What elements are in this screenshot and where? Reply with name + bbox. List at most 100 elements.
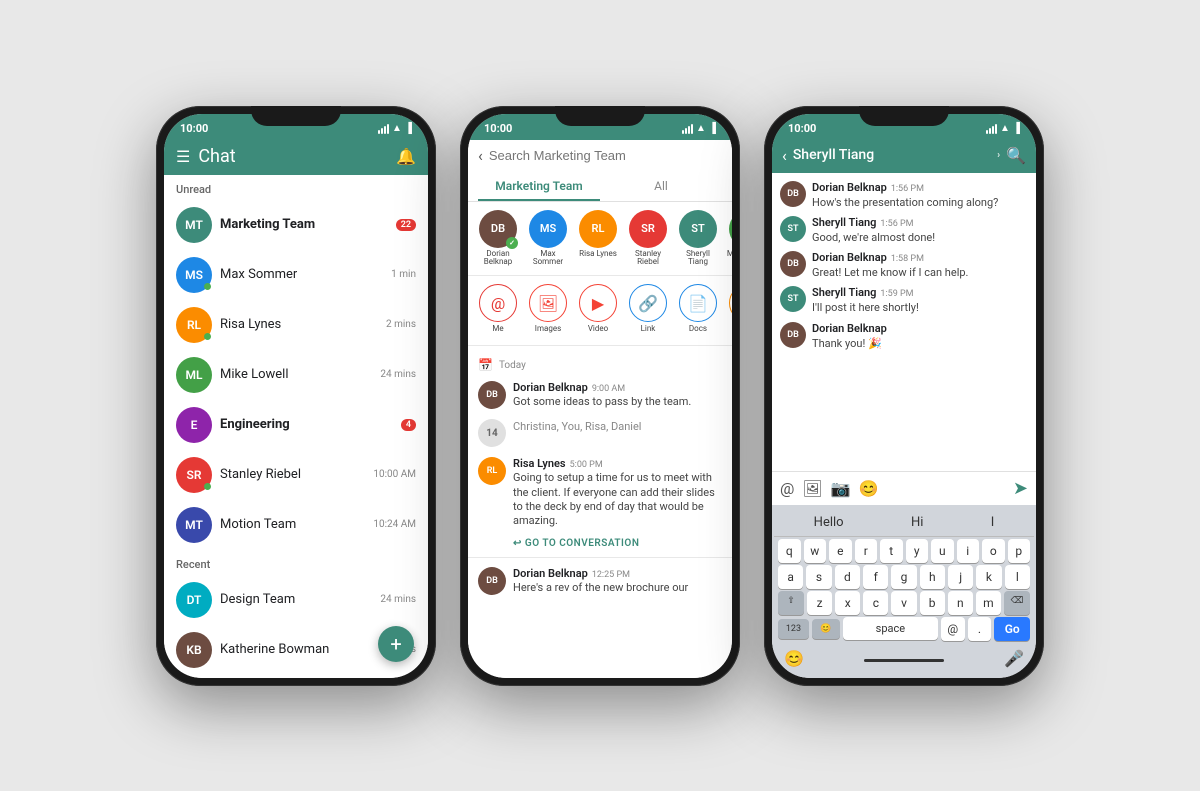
message-item[interactable]: DB Dorian Belknap 12:25 PM Here's a rev … xyxy=(468,562,732,600)
camera-icon[interactable]: 📷 xyxy=(831,479,851,498)
key-y[interactable]: y xyxy=(906,539,929,563)
chat-search-icon[interactable]: 🔍 xyxy=(1006,146,1026,165)
microphone-icon[interactable]: 🎤 xyxy=(1000,645,1028,672)
filter-button-me[interactable]: @ Me xyxy=(476,284,520,333)
notch-3 xyxy=(859,106,949,126)
key-q[interactable]: q xyxy=(778,539,801,563)
filter-button-link[interactable]: 🔗 Link xyxy=(626,284,670,333)
key-g[interactable]: g xyxy=(891,565,916,589)
key-u[interactable]: u xyxy=(931,539,954,563)
go-to-conversation-button[interactable]: ↩ GO TO CONVERSATION xyxy=(468,534,732,553)
conv-time: 1:56 PM xyxy=(880,219,913,229)
key-f[interactable]: f xyxy=(863,565,888,589)
list-item[interactable]: E Engineering 4 xyxy=(164,400,428,450)
msg-sender: Dorian Belknap xyxy=(513,381,588,394)
tab-marketing-team[interactable]: Marketing Team xyxy=(478,173,600,201)
keyboard-suggestion[interactable]: Hello xyxy=(806,513,852,532)
status-icons-1: ▲ ▐ xyxy=(378,123,412,134)
keyboard-suggestion[interactable]: I xyxy=(983,513,1003,532)
key-w[interactable]: w xyxy=(804,539,827,563)
go-key[interactable]: Go xyxy=(994,617,1030,641)
key-o[interactable]: o xyxy=(982,539,1005,563)
hamburger-icon[interactable]: ☰ xyxy=(176,147,190,166)
filter-button-docs[interactable]: 📄 Docs xyxy=(676,284,720,333)
keyboard-suggestion[interactable]: Hi xyxy=(903,513,931,532)
conv-text: I'll post it here shortly! xyxy=(812,301,1028,315)
list-item[interactable]: MT Motion Team 10:24 AM xyxy=(164,500,428,550)
conv-sender: Dorian Belknap xyxy=(812,251,887,264)
member-item[interactable]: SR Stanley Riebel xyxy=(626,210,670,268)
key-j[interactable]: j xyxy=(948,565,973,589)
msg-text: Christina, You, Risa, Daniel xyxy=(513,420,722,434)
filter-button-images[interactable]: 🖼 Images xyxy=(526,284,570,333)
emoji-key[interactable]: 😊 xyxy=(812,619,840,639)
member-avatar: SR xyxy=(629,210,667,248)
image-icon[interactable]: 🖼 xyxy=(802,479,822,498)
msg-text: Going to setup a time for us to meet wit… xyxy=(513,471,722,528)
chat-name: Max Sommer xyxy=(220,267,297,282)
member-item[interactable]: ML Mike Lowell xyxy=(726,210,732,268)
back-button[interactable]: ‹ xyxy=(478,146,483,165)
chat-meta: Design Team 24 mins xyxy=(220,592,416,607)
space-key[interactable]: space xyxy=(843,617,938,640)
emoji-picker-icon[interactable]: 😊 xyxy=(780,645,808,672)
key-b[interactable]: b xyxy=(920,591,945,615)
member-item[interactable]: DB ✓ Dorian Belknap xyxy=(476,210,520,268)
key-s[interactable]: s xyxy=(806,565,831,589)
message-item[interactable]: 14 Christina, You, Risa, Daniel xyxy=(468,414,732,452)
message-item[interactable]: RL Risa Lynes 5:00 PM Going to setup a t… xyxy=(468,452,732,533)
new-chat-button[interactable]: + xyxy=(378,626,414,662)
key-m[interactable]: m xyxy=(976,591,1001,615)
tab-all[interactable]: All xyxy=(600,173,722,201)
list-item[interactable]: RL Risa Lynes 2 mins xyxy=(164,300,428,350)
list-item[interactable]: MS Max Sommer 1 min xyxy=(164,250,428,300)
key-d[interactable]: d xyxy=(835,565,860,589)
key-e[interactable]: e xyxy=(829,539,852,563)
key-i[interactable]: i xyxy=(957,539,980,563)
period-key[interactable]: . xyxy=(968,617,992,641)
at-key[interactable]: @ xyxy=(941,617,965,641)
reaction-icon[interactable]: 😊 xyxy=(859,479,879,498)
key-t[interactable]: t xyxy=(880,539,903,563)
search-input[interactable] xyxy=(489,148,722,163)
bell-icon[interactable]: 🔔 xyxy=(396,147,416,166)
shift-key[interactable]: ⇧ xyxy=(778,591,804,615)
list-item[interactable]: SR Stanley Riebel 10:00 AM xyxy=(164,450,428,500)
delete-key[interactable]: ⌫ xyxy=(1004,591,1030,615)
key-x[interactable]: x xyxy=(835,591,860,615)
conv-meta: Sheryll Tiang 1:56 PM xyxy=(812,216,1028,229)
conv-sender: Sheryll Tiang xyxy=(812,286,876,299)
key-n[interactable]: n xyxy=(948,591,973,615)
key-v[interactable]: v xyxy=(891,591,916,615)
msg-sender: Risa Lynes xyxy=(513,457,566,470)
mention-icon[interactable]: @ xyxy=(780,479,794,498)
key-c[interactable]: c xyxy=(863,591,888,615)
list-item[interactable]: SF SF Office 12:30 PM xyxy=(164,675,428,678)
list-item[interactable]: DT Design Team 24 mins xyxy=(164,575,428,625)
chat-back-button[interactable]: ‹ xyxy=(782,146,787,165)
key-p[interactable]: p xyxy=(1008,539,1031,563)
member-item[interactable]: ST Sheryll Tiang xyxy=(676,210,720,268)
send-button[interactable]: ➤ xyxy=(1013,478,1028,499)
key-l[interactable]: l xyxy=(1005,565,1030,589)
key-h[interactable]: h xyxy=(920,565,945,589)
message-item[interactable]: DB Dorian Belknap 9:00 AM Got some ideas… xyxy=(468,376,732,414)
key-k[interactable]: k xyxy=(976,565,1001,589)
key-r[interactable]: r xyxy=(855,539,878,563)
chat-meta: Engineering 4 xyxy=(220,417,416,432)
key-a[interactable]: a xyxy=(778,565,803,589)
reply-icon: ↩ xyxy=(513,538,522,549)
conv-avatar: DB xyxy=(780,322,806,348)
filter-button-video[interactable]: ▶ Video xyxy=(576,284,620,333)
status-icons-3: ▲ ▐ xyxy=(986,123,1020,134)
chat-info: Design Team 24 mins xyxy=(220,592,416,607)
filter-button-slides[interactable]: 📊 Slides xyxy=(726,284,732,333)
list-item[interactable]: ML Mike Lowell 24 mins xyxy=(164,350,428,400)
conv-message: DB Dorian Belknap Thank you! 🎉 xyxy=(780,322,1028,351)
list-item[interactable]: MT Marketing Team 22 xyxy=(164,200,428,250)
member-item[interactable]: RL Risa Lynes xyxy=(576,210,620,268)
numbers-key[interactable]: 123 xyxy=(778,619,809,639)
online-indicator xyxy=(204,333,211,340)
key-z[interactable]: z xyxy=(807,591,832,615)
member-item[interactable]: MS Max Sommer xyxy=(526,210,570,268)
